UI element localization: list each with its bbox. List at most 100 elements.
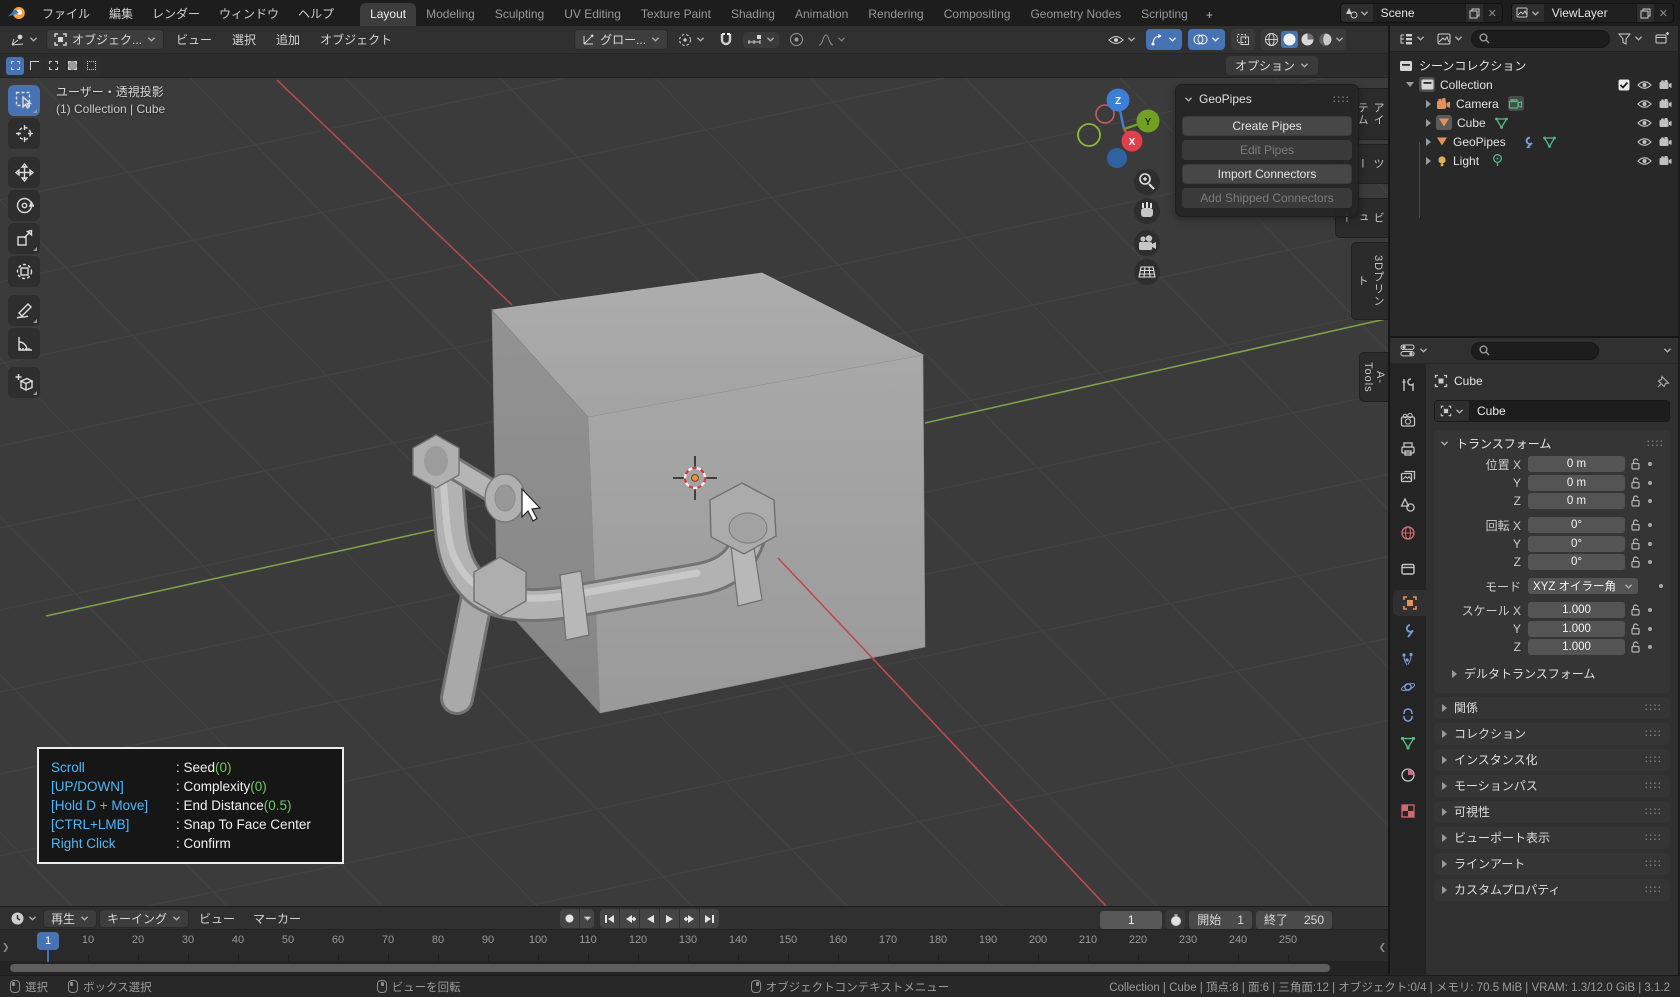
hide-eye-icon[interactable] [1637,156,1652,166]
location-z-field[interactable]: 0 m [1528,493,1625,509]
panel-grip-icon[interactable]: :::: [1645,780,1662,791]
sidebar-tab-3dprint[interactable]: 3Dプリント [1351,242,1388,320]
section-custom-properties[interactable]: カスタムプロパティ:::: [1434,879,1670,901]
menu-file[interactable]: ファイル [33,2,99,25]
hide-eye-icon[interactable] [1637,118,1652,128]
viewlayer-remove-button[interactable]: ✕ [1654,7,1673,20]
panel-grip-icon[interactable]: :::: [1645,858,1662,869]
tab-rendering[interactable]: Rendering [858,3,933,26]
render-camera-icon[interactable] [1659,137,1672,147]
animate-dot[interactable] [1648,627,1652,631]
expand-arrow-icon[interactable] [1406,82,1414,87]
expand-arrow-icon[interactable] [1426,138,1431,146]
next-keyframe-button[interactable] [680,909,699,928]
camera-data-icon[interactable] [1508,96,1524,111]
panel-grip-icon[interactable]: :::: [1645,806,1662,817]
rotate-tool[interactable] [8,190,40,221]
expand-arrow-icon[interactable] [1426,157,1431,165]
hide-eye-icon[interactable] [1637,99,1652,109]
tab-render[interactable] [1390,408,1426,434]
frame-start-field[interactable]: 開始1 [1189,911,1252,929]
add-workspace-button[interactable]: + [1198,4,1221,26]
object-name-field[interactable]: Cube [1434,400,1670,422]
measure-tool[interactable] [8,328,40,359]
section-visibility[interactable]: 可視性:::: [1434,801,1670,823]
rotation-x-field[interactable]: 0° [1528,517,1625,533]
animate-dot[interactable] [1648,462,1652,466]
location-y-field[interactable]: 0 m [1528,475,1625,491]
keying-dropdown[interactable]: キーイング [99,909,189,928]
snap-magnet-toggle[interactable] [715,30,737,49]
current-frame-field[interactable]: 1 [1100,911,1162,929]
animate-dot[interactable] [1648,542,1652,546]
scene-collection-row[interactable]: シーンコレクション [1390,56,1678,75]
scale-z-field[interactable]: 1.000 [1528,639,1625,655]
section-motion-paths[interactable]: モーションパス:::: [1434,775,1670,797]
tab-modeling[interactable]: Modeling [416,3,485,26]
panel-grip-icon[interactable]: :::: [1645,754,1662,765]
cube-object-row[interactable]: Cube [1390,113,1678,132]
tab-shading[interactable]: Shading [721,3,785,26]
geopipes-object-row[interactable]: GeoPipes [1390,132,1678,151]
section-viewport-display[interactable]: ビューポート表示:::: [1434,827,1670,849]
render-camera-icon[interactable] [1659,118,1672,128]
mesh-data-icon[interactable] [1495,117,1508,129]
proportional-falloff-dropdown[interactable] [814,31,850,48]
keying-set-chevron[interactable] [580,909,594,928]
cube-object[interactable] [492,273,925,713]
animate-dot[interactable] [1648,560,1652,564]
delta-transform-section[interactable]: デルタトランスフォーム [1452,664,1664,684]
add-cube-tool[interactable] [8,367,40,398]
animate-dot[interactable] [1648,608,1652,612]
section-relations[interactable]: 関係:::: [1434,697,1670,719]
proportional-editing-toggle[interactable] [785,30,808,49]
viewlayer-copy-button[interactable] [1636,4,1654,22]
gizmos-toggle[interactable] [1146,29,1182,50]
options-dropdown[interactable]: オプション [1226,56,1318,75]
outliner-search-input[interactable] [1471,30,1610,48]
navigation-gizmo[interactable]: Z Y X [1078,89,1160,169]
scale-y-field[interactable]: 1.000 [1528,621,1625,637]
expand-arrow-icon[interactable] [1426,119,1431,127]
scene-selector[interactable]: Scene ✕ [1340,3,1503,23]
collection-row[interactable]: Collection [1390,75,1678,94]
tab-collection[interactable] [1390,556,1426,582]
tab-sculpting[interactable]: Sculpting [485,3,554,26]
scene-unlink-button[interactable]: ✕ [1483,7,1502,20]
scene-name[interactable]: Scene [1373,6,1465,20]
timeline-menu-marker[interactable]: マーカー [245,907,309,930]
menu-view[interactable]: ビュー [168,28,220,51]
select-mode-subtract-button[interactable] [44,57,62,75]
auto-keyframe-button[interactable] [560,909,579,928]
ortho-toggle-button[interactable] [1134,259,1160,285]
render-camera-icon[interactable] [1659,156,1672,166]
modifier-wrench-icon[interactable] [1521,136,1534,148]
transform-tool[interactable] [8,256,40,287]
lock-icon[interactable] [1630,477,1641,489]
playhead-badge[interactable]: 1 [37,932,59,950]
object-id-icon[interactable] [1435,401,1469,421]
select-mode-new-button[interactable] [6,57,24,75]
lock-icon[interactable] [1630,519,1641,531]
new-collection-button[interactable] [1651,30,1673,47]
panel-grip-icon[interactable]: :::: [1645,702,1662,713]
jump-to-end-button[interactable] [700,909,719,928]
move-tool[interactable] [8,157,40,188]
collapse-chevron-icon[interactable] [1184,96,1193,103]
tab-texture[interactable] [1390,798,1426,824]
stopwatch-icon[interactable] [1166,910,1185,929]
camera-object-row[interactable]: Camera [1390,94,1678,113]
zoom-button[interactable] [1134,169,1160,195]
import-connectors-button[interactable]: Import Connectors [1182,164,1352,184]
tab-geometry-nodes[interactable]: Geometry Nodes [1020,3,1131,26]
timeline-editor-type-button[interactable] [6,909,41,928]
select-mode-invert-button[interactable] [63,57,81,75]
tab-world[interactable] [1390,520,1426,546]
transform-panel-header[interactable]: トランスフォーム :::: [1440,433,1664,454]
tab-tool[interactable] [1390,372,1426,398]
camera-view-button[interactable] [1134,230,1160,256]
lock-icon[interactable] [1630,495,1641,507]
tab-view-layer[interactable] [1390,464,1426,490]
select-box-tool[interactable] [8,85,40,116]
select-mode-intersect-button[interactable] [82,57,100,75]
